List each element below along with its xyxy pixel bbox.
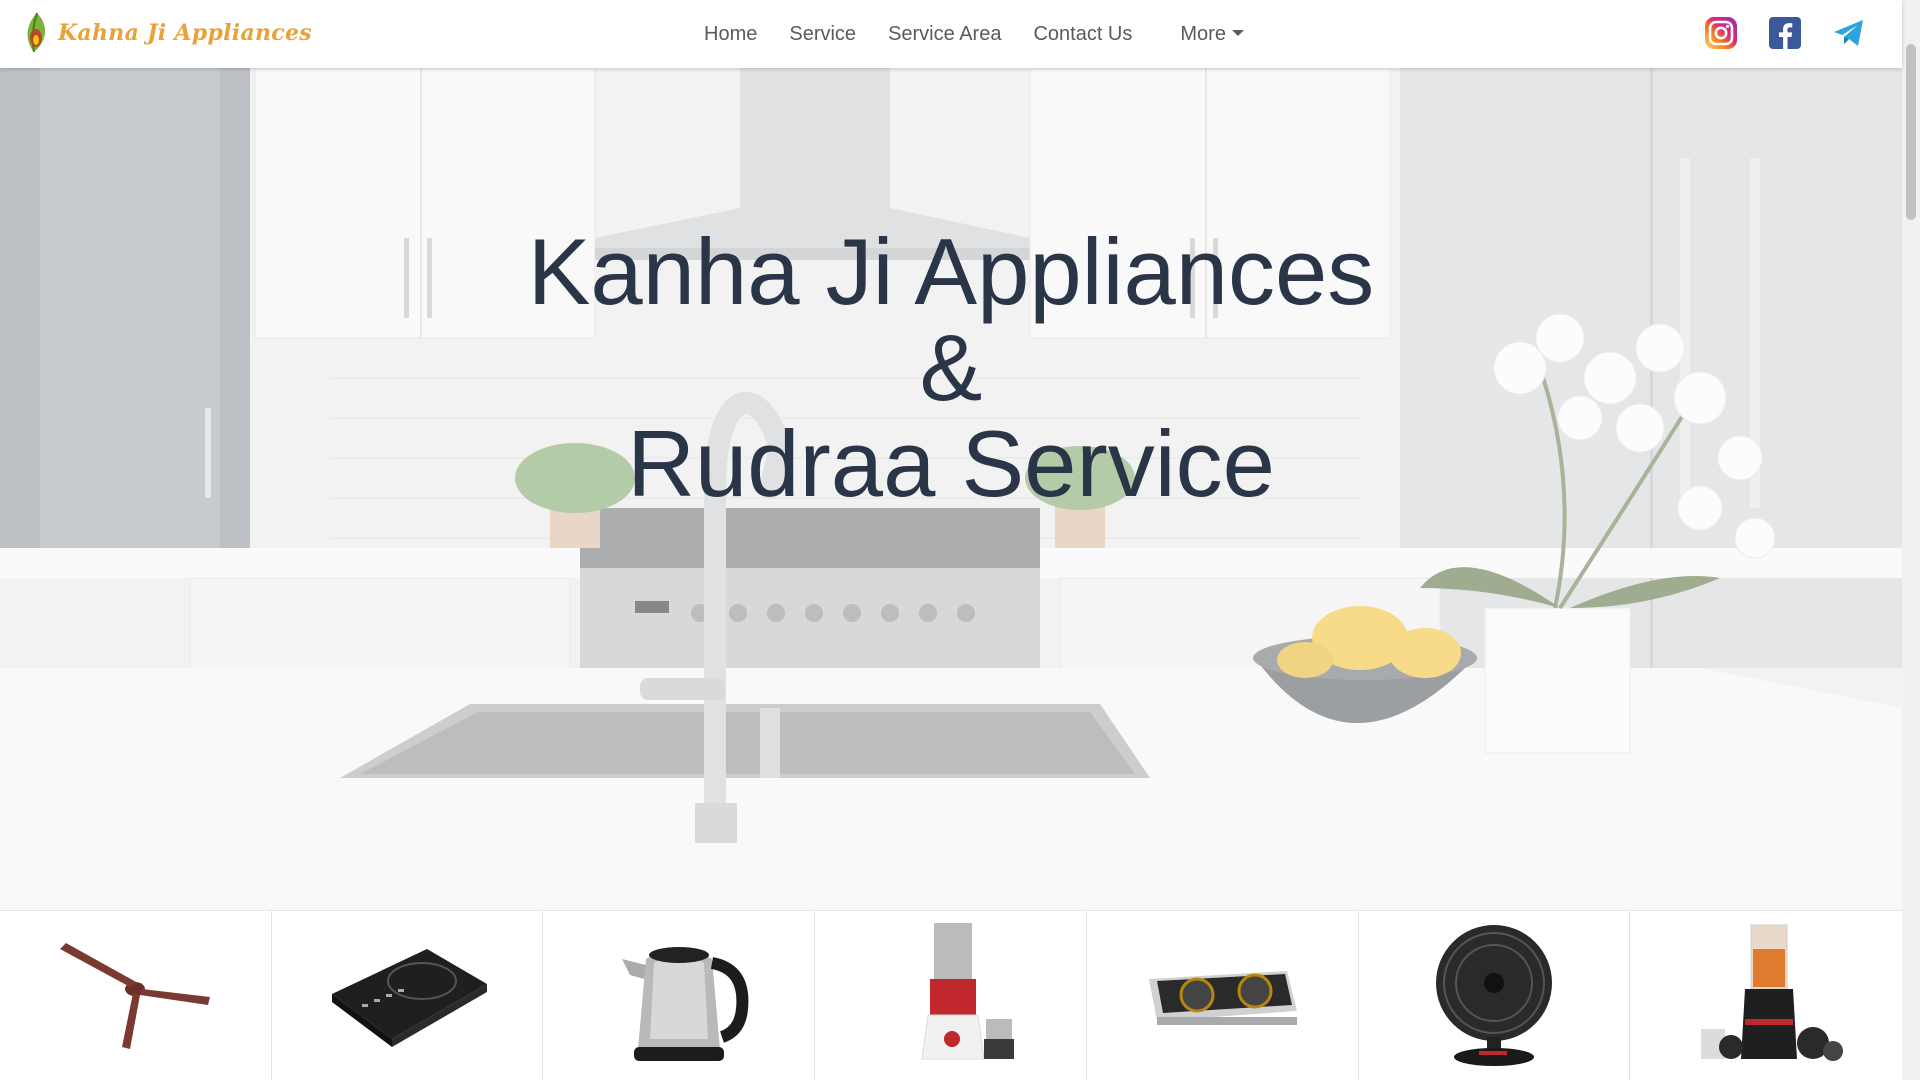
brand-logo-link[interactable]: Kahna Ji Appliances xyxy=(20,10,312,56)
product-card-ceiling-fan[interactable] xyxy=(0,911,272,1080)
product-card-mixer-grinder[interactable] xyxy=(815,911,1087,1080)
hero-headline: Kanha Ji Appliances & Rudraa Service xyxy=(0,224,1902,512)
social-links xyxy=(1674,16,1866,50)
product-card-induction-cooktop[interactable] xyxy=(271,911,544,1080)
electric-kettle-icon xyxy=(621,947,749,1061)
nav-item-home[interactable]: Home xyxy=(704,23,757,46)
product-card-electric-kettle[interactable] xyxy=(543,911,816,1080)
page-scrollbar[interactable] xyxy=(1902,0,1920,1080)
product-card-table-fan[interactable] xyxy=(1358,911,1631,1080)
mixer-grinder-icon xyxy=(920,923,1014,1060)
nav-item-contact-us[interactable]: Contact Us xyxy=(1033,23,1132,46)
gas-stove-icon xyxy=(1149,971,1298,1025)
hero-banner: Kanha Ji Appliances & Rudraa Service xyxy=(0,68,1902,910)
nav-item-service-area[interactable]: Service Area xyxy=(888,23,1001,46)
leaf-logo-icon xyxy=(27,12,46,53)
nav-more-label: More xyxy=(1180,22,1226,45)
scrollbar-thumb[interactable] xyxy=(1906,44,1916,220)
main-nav: Home Service Service Area Contact Us Mor… xyxy=(704,0,1276,68)
hero-title-line-3: Rudraa Service xyxy=(627,411,1275,516)
instagram-icon[interactable] xyxy=(1704,16,1738,50)
nav-item-service[interactable]: Service xyxy=(789,23,856,46)
product-strip xyxy=(0,910,1903,1080)
brand-name: Kahna Ji Appliances xyxy=(58,20,312,46)
table-fan-icon xyxy=(1435,925,1552,1066)
product-card-gas-stove[interactable] xyxy=(1086,911,1359,1080)
telegram-icon[interactable] xyxy=(1832,16,1866,50)
facebook-icon[interactable] xyxy=(1768,16,1802,50)
blender-icon xyxy=(1701,924,1844,1061)
induction-cooktop-icon xyxy=(332,949,488,1047)
nav-more-dropdown[interactable]: More xyxy=(1180,23,1244,46)
hero-title-line-1: Kanha Ji Appliances xyxy=(527,219,1375,324)
hero-title-line-2: & xyxy=(919,315,983,420)
top-navbar: Kahna Ji Appliances Home Service Service… xyxy=(0,0,1902,68)
product-card-blender[interactable] xyxy=(1630,911,1903,1080)
caret-down-icon xyxy=(1231,30,1244,36)
ceiling-fan-icon xyxy=(60,943,211,1049)
